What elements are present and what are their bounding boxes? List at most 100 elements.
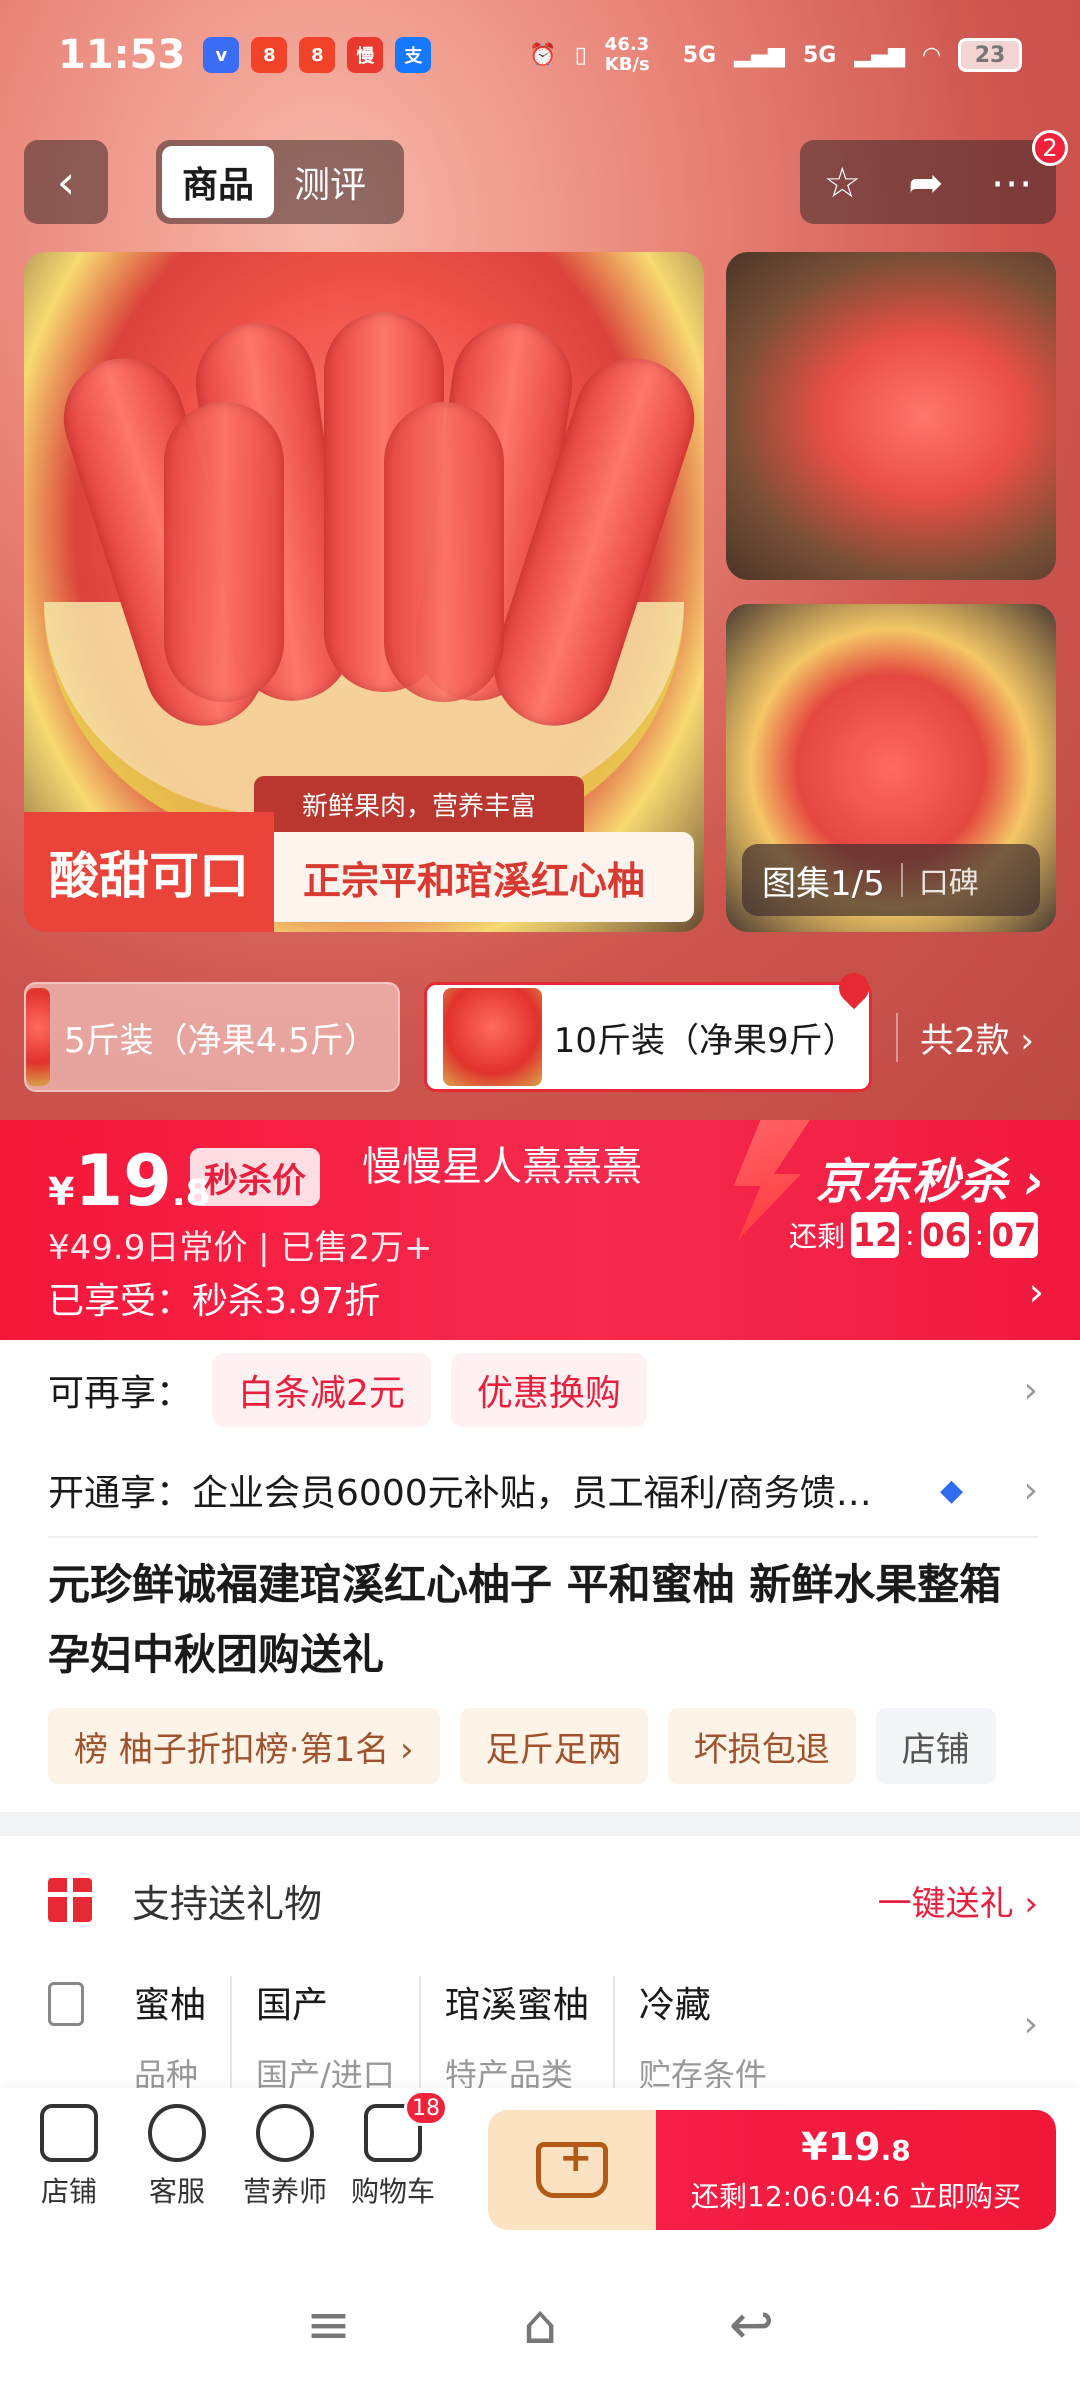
- countdown-minutes: 06: [920, 1212, 969, 1258]
- koubei-link[interactable]: 口碑: [919, 858, 979, 902]
- menu-icon[interactable]: ≡: [306, 2293, 351, 2356]
- discount-line[interactable]: 已享受：秒杀3.97折: [48, 1272, 380, 1324]
- enterprise-text: 企业会员6000元补贴，员工福利/商务馈…: [192, 1473, 872, 1514]
- network-2: 5G: [802, 42, 837, 68]
- more-dots-icon[interactable]: ⋯: [990, 158, 1032, 207]
- gallery-count: 图集1/5: [762, 863, 885, 904]
- status-time: 11:53: [58, 32, 186, 78]
- countdown-hours: 12: [851, 1212, 900, 1258]
- side-image-2[interactable]: 图集1/5 口碑: [726, 604, 1056, 932]
- variant-option-1[interactable]: 5斤装（净果4.5斤）: [24, 982, 400, 1092]
- shop-label: 店铺: [40, 2175, 97, 2208]
- promo-label-strip: 新鲜果肉，营养丰富 正宗平和琯溪红心柚 酸甜可口: [24, 776, 704, 932]
- gallery-pill[interactable]: 图集1/5 口碑: [742, 844, 1040, 916]
- cart-icon: 18: [364, 2090, 448, 2162]
- service-label: 客服: [148, 2175, 205, 2208]
- more-variants-link[interactable]: 共2款 ›: [896, 1012, 1056, 1062]
- spec-value: 琯溪蜜柚: [444, 1985, 589, 2026]
- chevron-left-icon: ‹: [56, 155, 76, 209]
- label-red: 酸甜可口: [24, 812, 274, 932]
- variant-label: 5斤装（净果4.5斤）: [64, 1020, 378, 1061]
- alipay-icon: 支: [395, 37, 432, 73]
- status-right: ⏰ ▯ 46.3 KB/s 5G ▂▄▆ 5G ▂▄▆ ◠ 23: [529, 35, 1022, 75]
- pomelo-segments: [48, 292, 704, 812]
- hero-background: 11:53 v 8 8 慢 支 ⏰ ▯ 46.3 KB/s 5G ▂▄▆ 5G …: [0, 0, 1080, 1120]
- variant-label: 10斤装（净果9斤）: [553, 1020, 857, 1061]
- battery-icon: 23: [958, 38, 1022, 72]
- baitiao-discount-pill[interactable]: 白条减2元: [212, 1353, 431, 1427]
- main-product-image[interactable]: 新鲜果肉，营养丰富 正宗平和琯溪红心柚 酸甜可口: [24, 252, 704, 932]
- bottom-action-bar: 店铺 客服 营养师 18 购物车 ¥19.8 还剩12:06:04:6 立即购买: [0, 2088, 1080, 2248]
- buy-countdown-line: 还剩12:06:04:6 立即购买: [691, 2180, 1021, 2213]
- promo-row-coupons[interactable]: 可再享： 白条减2元 优惠换购 ›: [48, 1350, 1038, 1430]
- buy-price-int: ¥19: [801, 2125, 881, 2169]
- cart-label: 购物车: [350, 2175, 435, 2208]
- nutritionist-button[interactable]: 营养师: [230, 2104, 340, 2210]
- shop-button[interactable]: 店铺: [14, 2104, 124, 2210]
- cart-badge: 18: [404, 2090, 448, 2126]
- shop-tag[interactable]: 店铺: [875, 1708, 996, 1784]
- share-icon[interactable]: ➦: [908, 158, 943, 207]
- gift-label: 支持送礼物: [132, 1881, 323, 1926]
- seckill-tag: 秒杀价: [190, 1148, 320, 1206]
- price: ¥ 19 .8: [48, 1140, 211, 1222]
- alarm-icon: ⏰: [529, 42, 557, 68]
- variant-row: 5斤装（净果4.5斤） 10斤装（净果9斤） 共2款 ›: [0, 966, 1080, 1096]
- buy-now-button[interactable]: ¥19.8 还剩12:06:04:6 立即购买: [656, 2110, 1056, 2230]
- seckill-banner: ¥ 19 .8 秒杀价 慢慢星人熹熹熹 ¥49.9日常价 | 已售2万+ 已享受…: [0, 1120, 1080, 1340]
- net-speed: 46.3 KB/s: [604, 34, 650, 75]
- back-icon[interactable]: ↩: [729, 2293, 774, 2356]
- tab-goods[interactable]: 商品: [162, 146, 275, 218]
- spec-origin: 国产 国产/进口: [256, 1976, 421, 2096]
- tag-row: 榜 柚子折扣榜·第1名 › 足斤足两 坏损包退 店铺: [48, 1708, 1080, 1784]
- chevron-right-icon: ›: [1023, 2004, 1038, 2045]
- chevron-right-icon[interactable]: ›: [1029, 1270, 1044, 1314]
- promo-row-enterprise[interactable]: 开通享： 企业会员6000元补贴，员工福利/商务馈… ◆ ›: [48, 1444, 1038, 1538]
- favorite-star-icon[interactable]: ☆: [824, 158, 862, 207]
- countdown-label: 还剩: [789, 1220, 846, 1253]
- back-button[interactable]: ‹: [24, 140, 108, 224]
- home-icon[interactable]: ⌂: [523, 2293, 557, 2356]
- spec-storage: 冷藏 贮存条件: [639, 1976, 791, 2096]
- spec-value: 国产: [256, 1985, 329, 2026]
- price-yen: ¥: [48, 1170, 75, 1214]
- add-to-cart-button[interactable]: [488, 2110, 656, 2230]
- tab-review[interactable]: 测评: [274, 146, 386, 218]
- service-button[interactable]: 客服: [122, 2104, 232, 2210]
- cart-button[interactable]: 18 购物车: [338, 2090, 448, 2210]
- document-icon: [48, 1982, 84, 2026]
- promo-label: 可再享：: [48, 1373, 193, 1414]
- ranking-tag[interactable]: 榜 柚子折扣榜·第1名 ›: [48, 1708, 440, 1784]
- full-weight-tag: 足斤足两: [459, 1708, 648, 1784]
- vivo-app-icon: v: [203, 37, 240, 73]
- spec-category: 琯溪蜜柚 特产品类: [445, 1976, 615, 2096]
- divider: [900, 863, 903, 897]
- pomelo-rind: [44, 602, 684, 842]
- system-nav-bar: ≡ ⌂ ↩: [0, 2248, 1080, 2400]
- signal-icon-2: ▂▄▆: [854, 42, 906, 68]
- damage-refund-tag: 坏损包退: [667, 1708, 856, 1784]
- countdown: 还剩 12 : 06 : 07: [789, 1212, 1038, 1258]
- side-image-1[interactable]: [726, 252, 1056, 580]
- open-label: 开通享：: [48, 1473, 193, 1514]
- network-1: 5G: [682, 42, 717, 68]
- wifi-icon: ◠: [923, 42, 940, 68]
- spec-row[interactable]: 蜜柚 品种 国产 国产/进口 琯溪蜜柚 特产品类 冷藏 贮存条件 ›: [48, 1976, 1038, 2096]
- gift-row[interactable]: 支持送礼物 一键送礼 ›: [48, 1860, 1038, 1940]
- countdown-seconds: 07: [990, 1212, 1038, 1258]
- send-gift-link[interactable]: 一键送礼 ›: [878, 1876, 1038, 1925]
- more-badge: 2: [1032, 130, 1068, 166]
- variant-option-2[interactable]: 10斤装（净果9斤）: [424, 966, 876, 1092]
- jd-seckill-title[interactable]: 京东秒杀 ›: [816, 1142, 1045, 1212]
- app-icon-1: 8: [251, 37, 288, 73]
- price-int: 19: [74, 1140, 172, 1222]
- exchange-offer-pill[interactable]: 优惠换购: [450, 1353, 647, 1427]
- label-tag: 新鲜果肉，营养丰富: [254, 776, 584, 832]
- signal-icon-1: ▂▄▆: [734, 42, 785, 68]
- action-group: ☆ ➦ ⋯ 2: [800, 130, 1068, 224]
- spec-value: 蜜柚: [134, 1985, 207, 2026]
- variant-thumb: [26, 988, 50, 1086]
- tab-group: 商品 测评: [156, 140, 404, 224]
- enterprise-badge-icon: ◆: [940, 1472, 964, 1508]
- variant-thumb: [443, 988, 542, 1086]
